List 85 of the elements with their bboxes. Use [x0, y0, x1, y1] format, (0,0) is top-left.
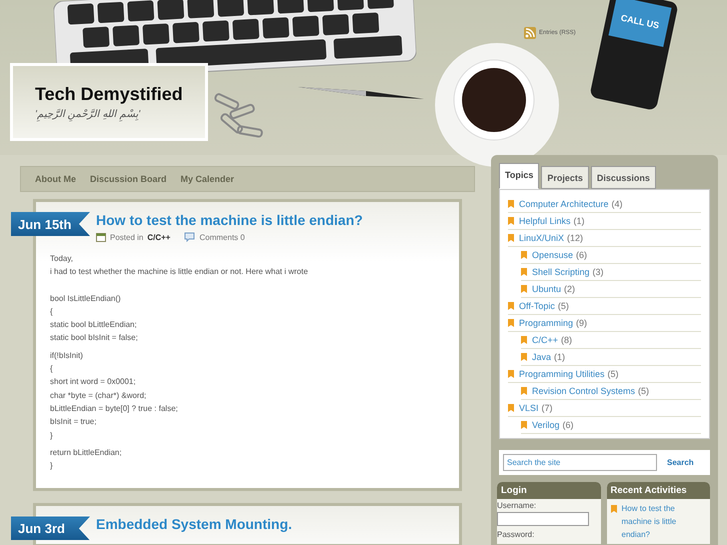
bookmark-icon — [521, 251, 527, 259]
bookmark-icon — [508, 200, 514, 208]
bookmark-icon — [521, 353, 527, 361]
topic-link[interactable]: Java — [532, 352, 552, 362]
topic-link[interactable]: LinuX/UniX — [519, 233, 564, 243]
date-ribbon: Jun 3rd — [11, 516, 90, 540]
post-text-line: char *byte = (char*) &word; — [50, 390, 148, 402]
nav-link[interactable]: About Me — [35, 174, 76, 184]
call-us-text: CALL US — [620, 12, 660, 31]
post-text-line: } — [50, 460, 54, 472]
username-field[interactable] — [497, 512, 589, 526]
post-text-line: if(!bIsInit) — [50, 350, 84, 362]
post-text-line: bIsInit = true; — [50, 416, 98, 428]
topic-count: (7) — [542, 403, 553, 413]
topic-link[interactable]: C/C++ — [532, 335, 558, 345]
recent-link[interactable]: How to test the machine is little endian? — [622, 502, 682, 541]
bookmark-icon — [508, 370, 514, 378]
bookmark-icon — [508, 404, 514, 412]
search-button[interactable]: Search — [667, 458, 694, 467]
site-tagline: 'بِسْمِ اللهِ الرَّحْمنِ الرَّحِيمِ' — [35, 108, 142, 120]
rss-icon[interactable] — [524, 27, 536, 39]
post-text-line: Today, — [50, 253, 74, 265]
topic-link[interactable]: Revision Control Systems — [532, 386, 636, 396]
bookmark-icon — [610, 505, 616, 513]
comment-icon — [184, 232, 196, 242]
topic-count: (12) — [567, 233, 584, 243]
sidebar-tab[interactable]: Projects — [541, 166, 589, 189]
post-text-line: i had to test whether the machine is little endian or not. Here what i wrote — [50, 266, 309, 278]
topic-count: (8) — [561, 335, 572, 345]
topic-count: (5) — [638, 386, 650, 396]
topic-link[interactable]: Shell Scripting — [532, 267, 590, 277]
bookmark-icon — [508, 234, 514, 242]
topic-count: (4) — [612, 199, 623, 209]
topic-count: (5) — [558, 301, 569, 311]
calendar-icon — [96, 232, 106, 242]
bookmark-icon — [508, 302, 514, 310]
post-text-line: { — [50, 306, 54, 318]
bookmark-icon — [508, 319, 514, 327]
topic-count: (1) — [554, 352, 566, 362]
topic-link[interactable]: Programming Utilities — [519, 369, 605, 379]
post-title[interactable]: Embedded System Mounting. — [96, 516, 449, 532]
nav-link[interactable]: Discussion Board — [90, 174, 167, 184]
post-text-line: { — [50, 363, 54, 376]
date-ribbon: Jun 15th — [11, 212, 90, 236]
post-text-line: short int word = 0x0001; — [50, 376, 137, 388]
bookmark-icon — [521, 285, 527, 293]
posted-in-label: Posted in — [110, 232, 144, 242]
topic-count: (1) — [574, 216, 585, 226]
topic-count: (3) — [592, 267, 604, 277]
topic-link[interactable]: Programming — [519, 318, 574, 328]
site-title[interactable]: Tech Demystified — [35, 84, 205, 105]
search-field[interactable]: Search the site — [503, 454, 657, 471]
post-text-line: static bool bLittleEndian; — [50, 319, 138, 332]
bookmark-icon — [521, 336, 527, 344]
topic-count: (6) — [562, 420, 574, 430]
post-text-line: bLittleEndian = byte[0] ? true : false; — [50, 402, 179, 415]
topic-link[interactable]: Ubuntu — [532, 284, 562, 294]
topic-link[interactable]: Verilog — [532, 420, 560, 430]
topic-count: (5) — [608, 369, 619, 379]
post-text-line: return bLittleEndian; — [50, 446, 123, 459]
password-label: Password: — [497, 530, 536, 539]
post-text-line: bool IsLittleEndian() — [50, 292, 122, 305]
post-title[interactable]: How to test the machine is little endian? — [96, 212, 449, 228]
sidebar-tab[interactable]: Topics — [499, 163, 540, 189]
topic-link[interactable]: Opensuse — [532, 250, 574, 260]
bookmark-icon — [521, 387, 527, 395]
nav-link[interactable]: My Calender — [180, 174, 234, 184]
bookmark-icon — [521, 421, 527, 429]
comments-link[interactable]: Comments 0 — [199, 232, 245, 242]
topic-count: (9) — [576, 318, 588, 328]
topic-link[interactable]: Helpful Links — [519, 216, 571, 226]
topic-link[interactable]: Off-Topic — [519, 301, 555, 311]
topic-link[interactable]: VLSI — [519, 403, 539, 413]
recent-heading: Recent Activities — [606, 482, 710, 499]
topic-link[interactable]: Computer Architecture — [519, 199, 609, 209]
bookmark-icon — [508, 217, 514, 225]
post-text-line: static bool bIsInit = false; — [50, 332, 139, 344]
bookmark-icon — [521, 268, 527, 276]
sidebar-tab[interactable]: Discussions — [590, 166, 656, 189]
username-label: Username: — [497, 501, 538, 510]
topic-count: (6) — [576, 250, 588, 260]
topic-count: (2) — [564, 284, 576, 294]
post-text-line: } — [50, 430, 54, 442]
login-heading: Login — [497, 482, 600, 499]
category-link[interactable]: C/C++ — [147, 232, 170, 242]
